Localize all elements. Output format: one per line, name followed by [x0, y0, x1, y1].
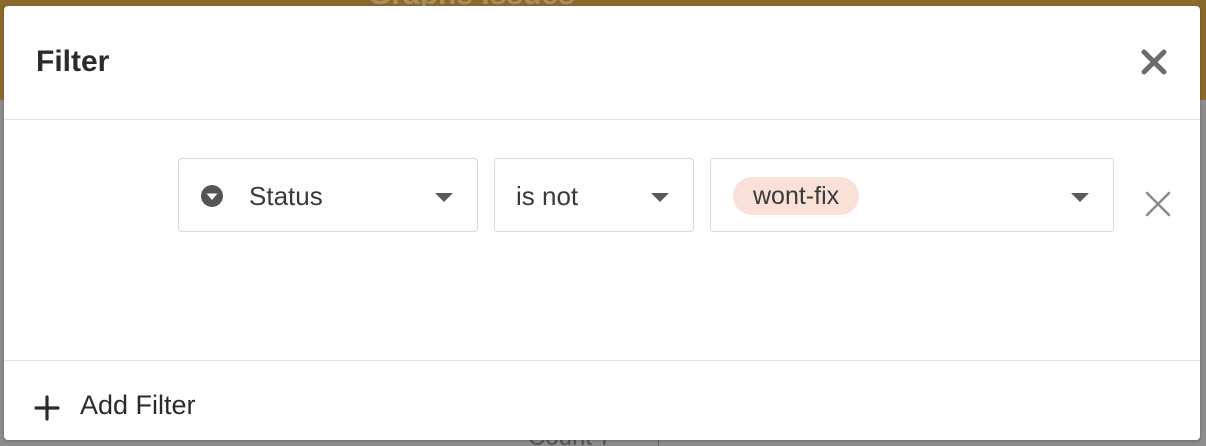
field-select[interactable]: Status — [178, 158, 478, 232]
caret-down-icon — [651, 193, 669, 202]
filter-modal: Filter Status is not wont-fix Add Filter — [4, 6, 1200, 440]
modal-header: Filter — [4, 6, 1200, 120]
plus-icon — [34, 395, 60, 421]
value-tag[interactable]: wont-fix — [733, 177, 860, 215]
add-filter-label: Add Filter — [80, 390, 196, 420]
modal-title: Filter — [36, 45, 110, 78]
caret-down-icon — [1071, 193, 1089, 202]
caret-down-icon — [435, 193, 453, 202]
chevron-down-circle-icon — [201, 185, 223, 207]
close-icon[interactable] — [1140, 48, 1168, 76]
value-multiselect[interactable]: wont-fix — [710, 158, 1114, 232]
filter-row: Status is not wont-fix — [4, 120, 1200, 360]
remove-filter-icon[interactable] — [1144, 190, 1172, 218]
field-select-value: Status — [249, 181, 323, 211]
operator-select[interactable]: is not — [494, 158, 694, 232]
operator-select-value: is not — [516, 181, 579, 211]
modal-footer: Add Filter — [4, 360, 1200, 440]
